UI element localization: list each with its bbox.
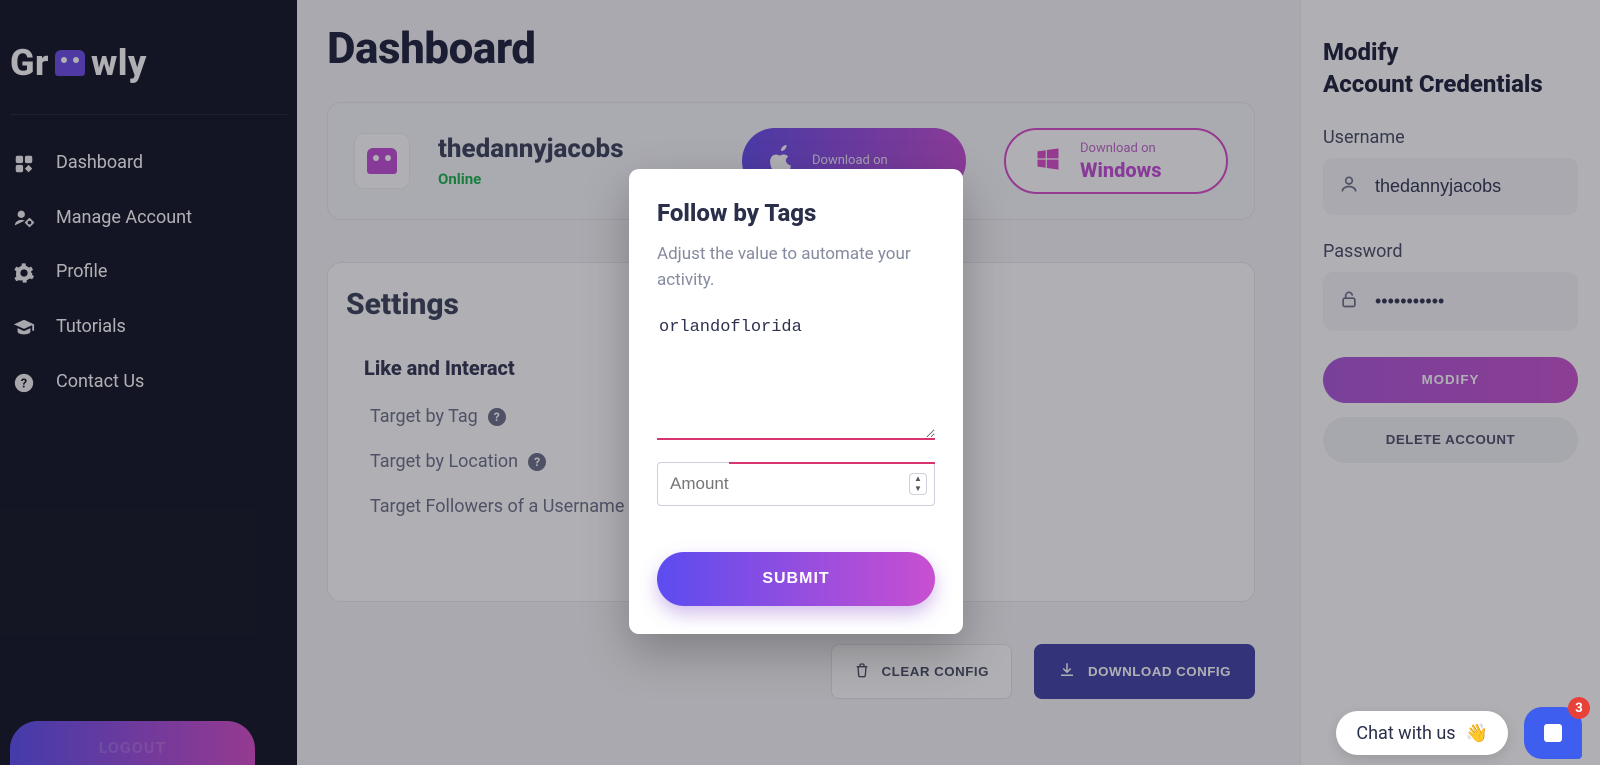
amount-stepper[interactable]: ▲ ▼: [909, 473, 927, 495]
amount-field-wrap: ▲ ▼: [657, 462, 935, 506]
chat-with-us-button[interactable]: Chat with us 👋: [1336, 711, 1508, 755]
tags-textarea[interactable]: [657, 314, 935, 440]
wave-emoji: 👋: [1466, 723, 1488, 744]
amount-input[interactable]: [657, 462, 935, 506]
modal-title: Follow by Tags: [657, 199, 935, 227]
chevron-down-icon[interactable]: ▼: [910, 484, 926, 494]
submit-label: SUBMIT: [762, 570, 829, 587]
amount-accent-line: [729, 462, 935, 464]
chat-icon: [1544, 724, 1562, 742]
chat-text: Chat with us: [1356, 723, 1455, 744]
submit-button[interactable]: SUBMIT: [657, 552, 935, 606]
chevron-up-icon[interactable]: ▲: [910, 474, 926, 484]
follow-by-tags-modal: Follow by Tags Adjust the value to autom…: [629, 169, 963, 634]
chat-badge: 3: [1568, 697, 1590, 719]
modal-desc: Adjust the value to automate your activi…: [657, 241, 935, 294]
